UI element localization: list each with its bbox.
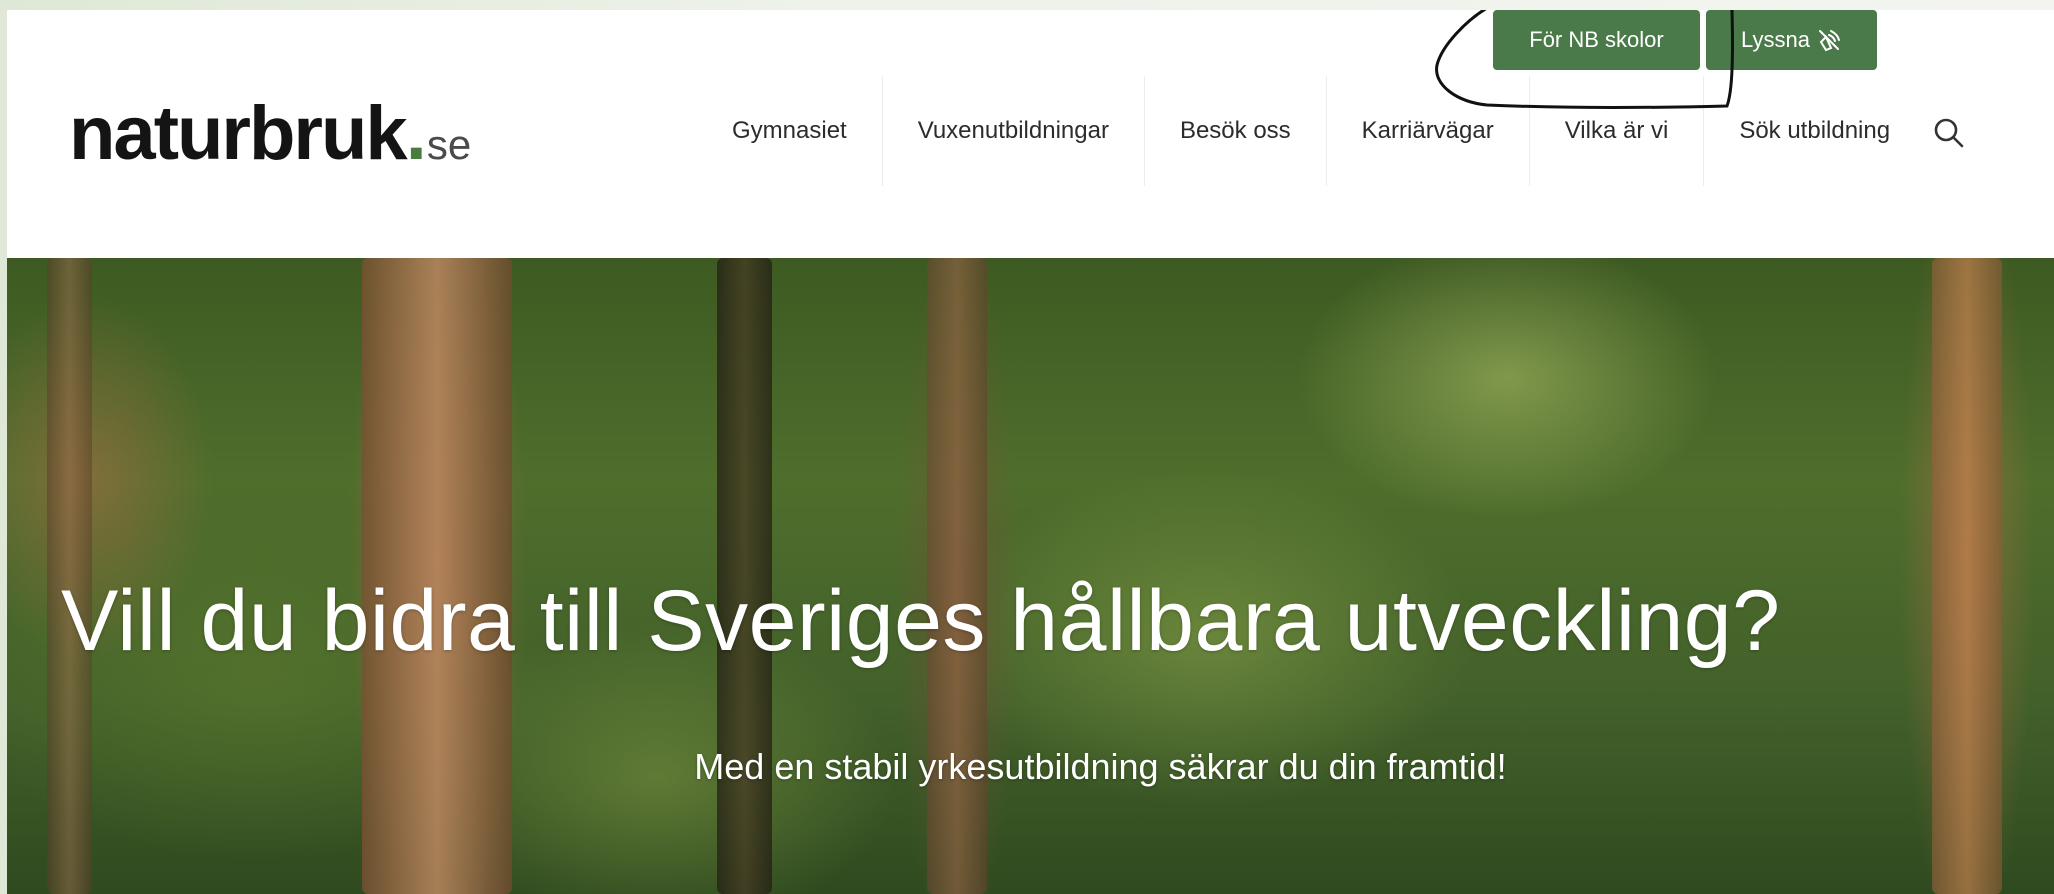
listen-button[interactable]: Lyssna (1706, 10, 1877, 70)
search-icon[interactable] (1931, 115, 1967, 151)
for-nb-schools-label: För NB skolor (1529, 27, 1664, 52)
site-header: naturbruk.se För NB skolor Lyssna Gymnas… (7, 10, 2054, 258)
hero-title: Vill du bidra till Sveriges hållbara utv… (61, 573, 1781, 669)
speaker-wave-icon (1816, 27, 1842, 53)
logo-tld: se (426, 121, 472, 168)
listen-label: Lyssna (1741, 27, 1810, 52)
logo-dot: . (405, 91, 427, 176)
hero-subtitle: Med en stabil yrkesutbildning säkrar du … (694, 746, 1507, 787)
nav-item-vilka-ar-vi[interactable]: Vilka är vi (1530, 76, 1705, 186)
main-nav: Gymnasiet Vuxenutbildningar Besök oss Ka… (697, 76, 1925, 186)
hero-banner: Vill du bidra till Sveriges hållbara utv… (7, 258, 2054, 894)
nav-item-vuxenutbildningar[interactable]: Vuxenutbildningar (883, 76, 1145, 186)
site-logo[interactable]: naturbruk.se (69, 96, 471, 172)
nav-item-sok-utbildning[interactable]: Sök utbildning (1704, 76, 1925, 186)
nav-item-gymnasiet[interactable]: Gymnasiet (697, 76, 883, 186)
logo-wordmark: naturbruk (69, 91, 408, 176)
for-nb-schools-button[interactable]: För NB skolor (1493, 10, 1700, 70)
web-page: naturbruk.se För NB skolor Lyssna Gymnas… (7, 10, 2054, 894)
nav-item-karriarvagar[interactable]: Karriärvägar (1327, 76, 1530, 186)
nav-item-besok-oss[interactable]: Besök oss (1145, 76, 1327, 186)
